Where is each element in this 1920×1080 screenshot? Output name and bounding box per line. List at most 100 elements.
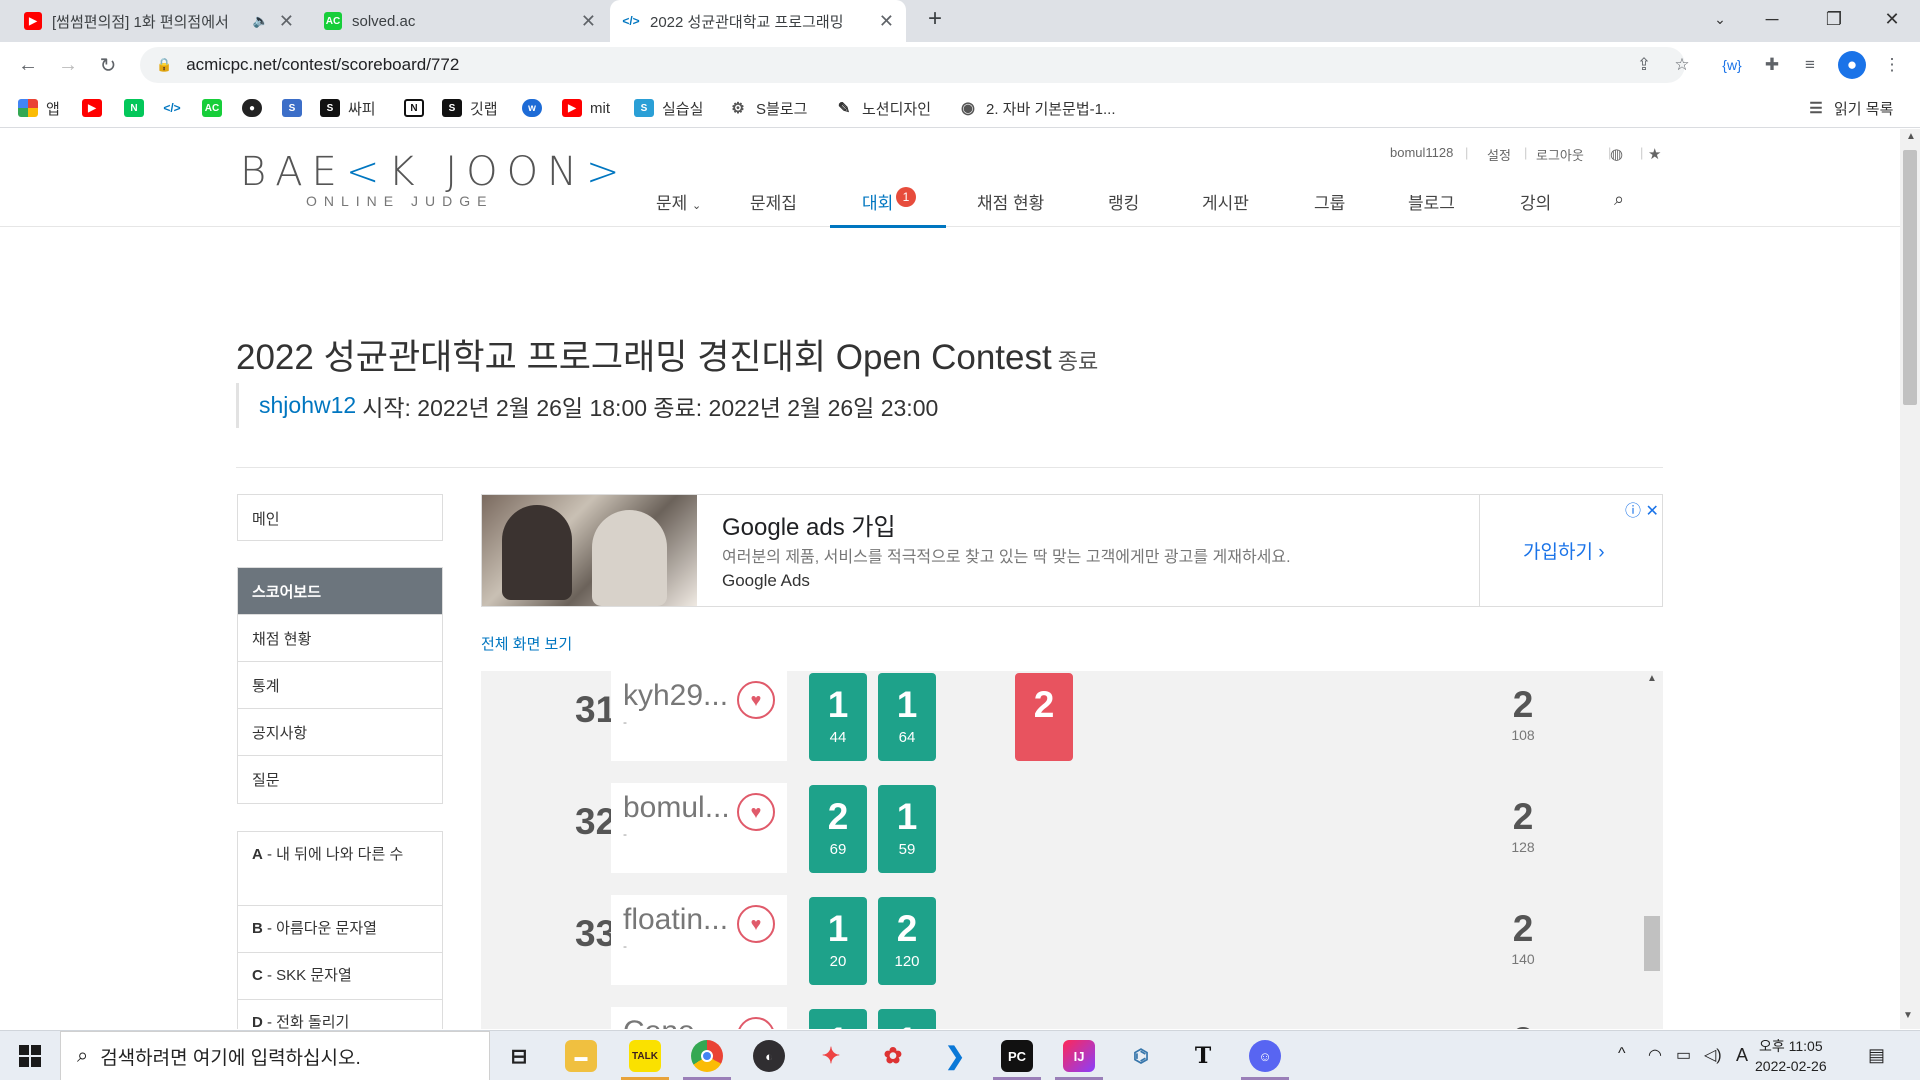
figma-icon[interactable]: ✦	[815, 1040, 847, 1072]
menu-blog[interactable]: 블로그	[1408, 189, 1455, 214]
scroll-down-arrow-icon[interactable]: ▼	[1903, 1010, 1913, 1021]
start-button[interactable]	[0, 1031, 60, 1080]
bookmark-mit[interactable]: ▶ mit	[562, 96, 610, 120]
problem-cell-solved[interactable]: 1 20	[809, 897, 867, 985]
pycharm-icon[interactable]: PC	[1001, 1040, 1033, 1072]
google-ad-banner[interactable]: Google ads 가입 여러분의 제품, 서비스를 적극적으로 찾고 있는 …	[481, 494, 1663, 607]
problem-cell-solved[interactable]: 1 44	[809, 673, 867, 761]
user-card[interactable]: kyh29... - ♥	[611, 671, 787, 761]
ad-cta-button[interactable]: 가입하기 ›	[1523, 537, 1605, 564]
wifi-icon[interactable]: ◠	[1648, 1045, 1662, 1065]
tab-solved-ac[interactable]: AC solved.ac ✕	[312, 0, 608, 42]
bookmark-github[interactable]: ●	[242, 96, 262, 120]
user-card[interactable]: Cono... ♥	[611, 1007, 787, 1029]
minimize-button[interactable]: ─	[1746, 0, 1798, 38]
intellij-icon[interactable]: IJ	[1063, 1040, 1095, 1072]
menu-group[interactable]: 그룹	[1314, 189, 1345, 214]
menu-lecture[interactable]: 강의	[1520, 189, 1551, 214]
bookmark-s[interactable]: S	[282, 96, 302, 120]
menu-status[interactable]: 채점 현황	[977, 189, 1044, 214]
search-icon[interactable]: ⌕	[1614, 189, 1624, 210]
notification-icon[interactable]: ▤	[1868, 1045, 1885, 1066]
menu-kebab-icon[interactable]: ⋮	[1878, 51, 1906, 79]
close-tab-icon[interactable]: ✕	[879, 11, 894, 32]
extension-icon[interactable]: {w}	[1718, 51, 1746, 79]
paint-icon[interactable]: ✿	[877, 1040, 909, 1072]
lock-icon[interactable]: 🔒	[156, 57, 172, 73]
username[interactable]: bomul...	[623, 791, 730, 825]
heart-icon[interactable]: ♥	[737, 905, 775, 943]
ad-info-close-icon[interactable]: ⓘ ✕	[1625, 497, 1659, 521]
tray-chevron-up-icon[interactable]: ^	[1618, 1045, 1626, 1063]
bookmark-notion-design[interactable]: ✎ 노션디자인	[834, 96, 931, 120]
reload-button[interactable]: ↻	[92, 49, 124, 81]
speaker-icon[interactable]: 🔈	[253, 13, 269, 29]
bookmark-lab[interactable]: S 실습실	[634, 96, 703, 120]
forward-button[interactable]: →	[52, 49, 84, 81]
ime-indicator[interactable]: A	[1736, 1045, 1748, 1066]
scroll-up-arrow-icon[interactable]: ▲	[1647, 673, 1657, 684]
profile-avatar[interactable]: ●	[1838, 51, 1866, 79]
media-control-icon[interactable]: ≡	[1796, 51, 1824, 79]
logout-link[interactable]: 로그아웃	[1536, 145, 1584, 164]
bookmark-ssafy[interactable]: S 싸피	[320, 96, 376, 120]
python-icon[interactable]: ⌬	[1125, 1040, 1157, 1072]
heart-icon[interactable]: ♥	[737, 1017, 775, 1029]
share-icon[interactable]: ⇪	[1630, 51, 1658, 79]
taskbar-search[interactable]: ⌕ 검색하려면 여기에 입력하십시오.	[60, 1031, 490, 1080]
taskbar-clock[interactable]: 오후 11:05 2022-02-26	[1755, 1036, 1827, 1076]
restore-button[interactable]: ❐	[1808, 0, 1860, 38]
extensions-puzzle-icon[interactable]: ✚	[1758, 51, 1786, 79]
user-card[interactable]: bomul... - ♥	[611, 783, 787, 873]
reading-list[interactable]: ☰ 읽기 목록	[1806, 96, 1893, 120]
username[interactable]: floatin...	[623, 903, 728, 937]
bookmark-star-icon[interactable]: ☆	[1668, 51, 1696, 79]
tab-search-icon[interactable]: ⌄	[1694, 0, 1746, 38]
menu-problems[interactable]: 문제 ⌄	[656, 189, 701, 214]
bookmark-solved-ac[interactable]: AC	[202, 96, 222, 120]
sidebar-item-qna[interactable]: 질문	[238, 756, 442, 803]
username[interactable]: Cono...	[623, 1015, 720, 1029]
tab-contest[interactable]: </> 2022 성균관대학교 프로그래밍 ✕	[610, 0, 906, 42]
file-explorer-icon[interactable]: ▬	[565, 1040, 597, 1072]
scoreboard-scroll-thumb[interactable]	[1644, 916, 1660, 971]
problem-item-b[interactable]: B - 아름다운 문자열	[238, 906, 442, 953]
bookmark-youtube[interactable]: ▶	[82, 96, 102, 120]
bookmark-apps[interactable]: 앱	[18, 96, 60, 120]
close-tab-icon[interactable]: ✕	[279, 11, 294, 32]
problem-cell-solved[interactable]: 1	[878, 1009, 936, 1029]
user-link[interactable]: bomul1128	[1390, 145, 1453, 160]
bookmark-java[interactable]: ◉ 2. 자바 기본문법-1...	[958, 96, 1115, 120]
page-scroll-thumb[interactable]	[1903, 150, 1917, 405]
bookmark-gitlab[interactable]: S 깃랩	[442, 96, 498, 120]
ad-title[interactable]: Google ads 가입	[722, 507, 896, 542]
bookmark-baekjoon[interactable]: </>	[162, 96, 182, 120]
tab-youtube[interactable]: ▶ [썸썸편의점] 1화 편의점에서 🔈 ✕	[12, 0, 306, 42]
site-logo[interactable]: BAE<K JOON>	[240, 149, 629, 195]
kakaotalk-icon[interactable]: TALK	[629, 1040, 661, 1072]
scoreboard-scrollbar[interactable]	[1641, 671, 1663, 1029]
problem-item-c[interactable]: C - SKK 문자열	[238, 953, 442, 1000]
menu-ranking[interactable]: 랭킹	[1108, 189, 1139, 214]
sidebar-item-stats[interactable]: 통계	[238, 662, 442, 709]
new-tab-button[interactable]: +	[910, 0, 960, 38]
obs-icon[interactable]: ◐	[753, 1040, 785, 1072]
problem-cell-solved[interactable]: 2 69	[809, 785, 867, 873]
discord-icon[interactable]: ☺	[1249, 1040, 1281, 1072]
problem-cell-solved[interactable]: 1 64	[878, 673, 936, 761]
chrome-icon[interactable]	[691, 1040, 723, 1072]
vscode-icon[interactable]: ❯	[939, 1040, 971, 1072]
problem-cell-solved[interactable]: 1 59	[878, 785, 936, 873]
settings-link[interactable]: 설정	[1487, 145, 1511, 164]
username[interactable]: kyh29...	[623, 679, 728, 713]
menu-board[interactable]: 게시판	[1202, 189, 1249, 214]
sidebar-item-scoreboard[interactable]: 스코어보드	[238, 568, 442, 615]
typora-icon[interactable]: T	[1187, 1040, 1219, 1072]
close-tab-icon[interactable]: ✕	[581, 11, 596, 32]
task-view-icon[interactable]: ⊟	[503, 1040, 535, 1072]
heart-icon[interactable]: ♥	[737, 681, 775, 719]
menu-workbook[interactable]: 문제집	[750, 189, 797, 214]
back-button[interactable]: ←	[12, 49, 44, 81]
address-bar[interactable]: 🔒 acmicpc.net/contest/scoreboard/772	[140, 47, 1685, 83]
sidebar-item-main[interactable]: 메인	[238, 495, 442, 542]
